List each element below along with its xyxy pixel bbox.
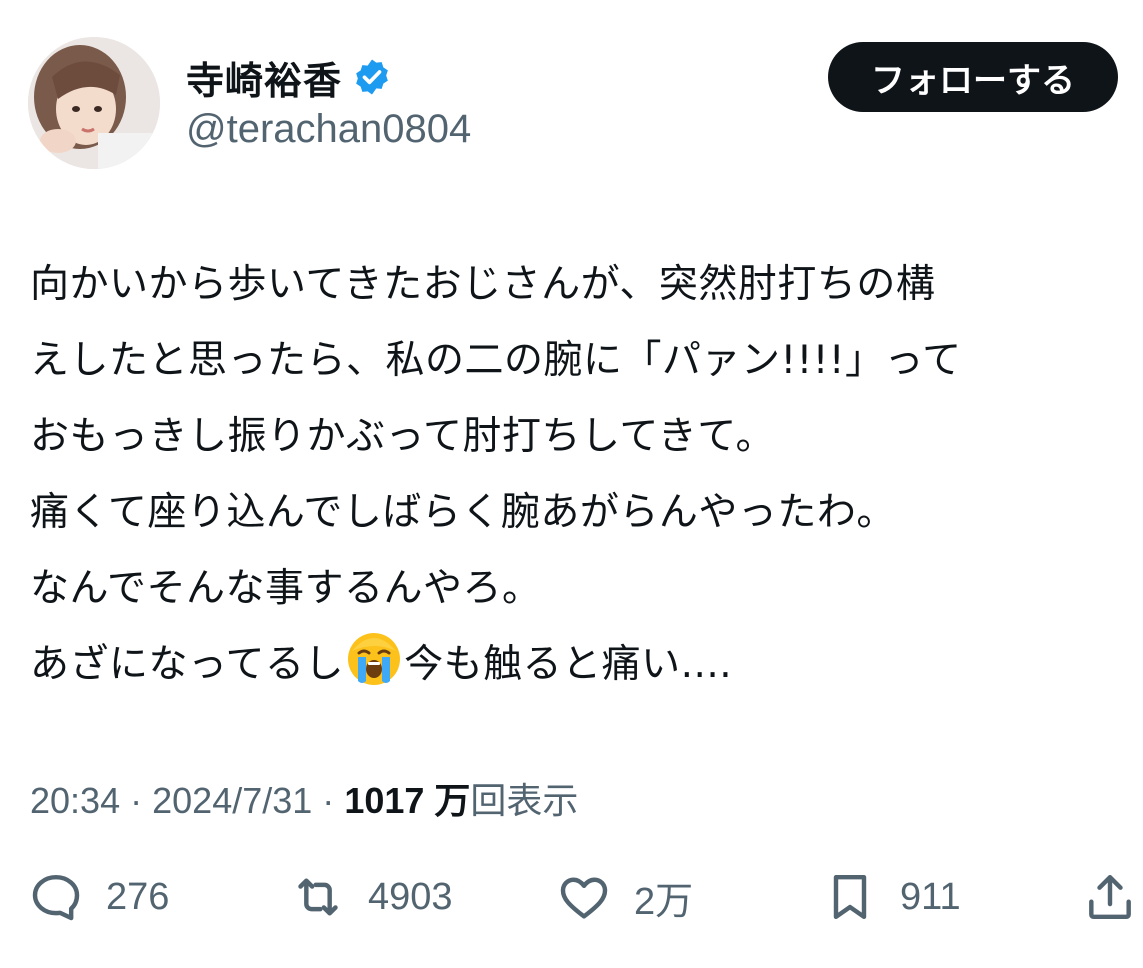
avatar[interactable] <box>28 37 160 169</box>
follow-button[interactable]: フォローする <box>828 42 1118 112</box>
loudly-crying-face-emoji-icon <box>346 631 402 687</box>
bookmark-button[interactable]: 911 <box>822 862 961 932</box>
like-button[interactable]: 2万 <box>556 862 693 932</box>
meta-separator: · <box>322 780 335 821</box>
tweet-date[interactable]: 2024/7/31 <box>152 780 312 821</box>
tweet-text-segment: あざになってるし <box>30 642 345 687</box>
action-bar: 276 4903 2万 911 <box>0 862 1143 932</box>
tweet-time[interactable]: 20:34 <box>30 780 120 821</box>
tweet-line: 向かいから歩いてきたおじさんが、突然肘打ちの構 <box>30 262 936 307</box>
tweet-text-segment: 今も触ると痛い.... <box>404 642 733 687</box>
tweet-line: えしたと思ったら、私の二の腕に「パァン!!!!」って <box>30 338 962 383</box>
author-name-row: 寺崎裕香 <box>186 50 392 105</box>
reply-button[interactable]: 276 <box>28 862 169 932</box>
heart-icon <box>556 869 612 925</box>
tweet-line: なんでそんな事するんやろ。 <box>30 566 542 611</box>
reply-count: 276 <box>106 875 170 918</box>
bookmark-count: 911 <box>900 875 961 918</box>
retweet-icon <box>290 869 346 925</box>
views-count[interactable]: 1017 万 <box>344 780 470 821</box>
retweet-button[interactable]: 4903 <box>290 862 453 932</box>
verified-badge-icon[interactable] <box>352 57 392 97</box>
tweet-meta: 20:34 · 2024/7/31 · 1017 万回表示 <box>30 772 578 824</box>
tweet-line: 痛くて座り込んでしばらく腕あがらんやったわ。 <box>30 490 896 535</box>
share-icon <box>1082 869 1138 925</box>
tweet-line-last: あざになってるし 今も触ると痛い.... <box>30 627 1135 703</box>
meta-separator: · <box>130 780 143 821</box>
bookmark-icon <box>822 869 878 925</box>
tweet-line: おもっきし振りかぶって肘打ちしてきて。 <box>30 414 776 459</box>
retweet-count: 4903 <box>368 875 453 918</box>
author-handle[interactable]: @terachan0804 <box>186 107 471 152</box>
reply-bubble-icon <box>28 869 84 925</box>
author-display-name[interactable]: 寺崎裕香 <box>186 50 342 105</box>
share-button[interactable] <box>1082 862 1138 932</box>
views-label[interactable]: 回表示 <box>470 780 578 821</box>
like-count: 2万 <box>634 880 694 923</box>
avatar-photo <box>28 37 160 169</box>
tweet-text: 向かいから歩いてきたおじさんが、突然肘打ちの構 えしたと思ったら、私の二の腕に「… <box>30 247 1135 703</box>
